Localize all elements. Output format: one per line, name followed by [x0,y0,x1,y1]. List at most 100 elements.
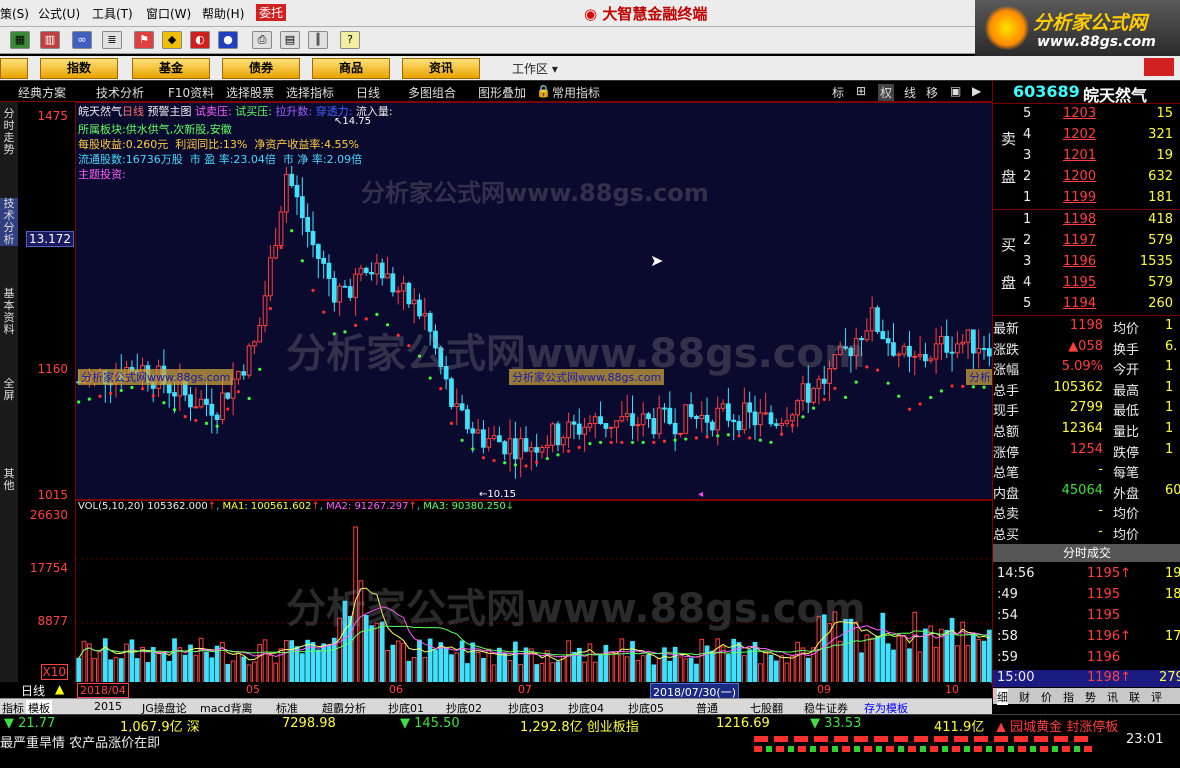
candle-body[interactable] [640,413,646,426]
candle-body[interactable] [699,414,705,420]
chart-icon[interactable]: ▥ [40,31,60,49]
candle-body[interactable] [880,331,886,340]
candle-body[interactable] [694,415,699,420]
move-button[interactable]: 移 [926,84,938,101]
candle-body[interactable] [747,402,753,413]
candle-body[interactable] [379,262,385,279]
info-icon[interactable]: ● [218,31,238,49]
candle-body[interactable] [970,329,976,354]
bar-chart-icon[interactable]: ║ [308,31,328,49]
binoculars-icon[interactable]: ∞ [72,31,92,49]
candle-body[interactable] [512,438,518,460]
candle-body[interactable] [262,295,268,326]
multi-chart-menu[interactable]: 多图组合 [408,84,456,101]
candle-body[interactable] [939,335,944,345]
candle-body[interactable] [933,343,939,360]
candle-body[interactable] [539,446,545,453]
candle-body[interactable] [188,394,193,408]
tab-other[interactable]: 其他 [0,468,18,492]
sell-row[interactable]: 4 1202 321 [1023,125,1180,145]
trust-button[interactable]: 委托 [256,4,287,21]
candle-body[interactable] [294,184,300,198]
weight-button[interactable]: 权 [878,84,895,101]
candle-body[interactable] [731,419,737,423]
buy-row[interactable]: 2 1197 579 [1023,231,1180,251]
candle-body[interactable] [598,416,603,425]
overlay-menu[interactable]: 图形叠加 [478,84,526,101]
quote-tab[interactable]: 价 [1041,689,1052,705]
candle-body[interactable] [225,392,231,399]
menu-strategy[interactable]: 策(S) [0,5,29,22]
candle-body[interactable] [678,432,683,435]
candle-body[interactable] [465,409,470,430]
candle-body[interactable] [358,267,364,275]
quote-tab[interactable]: 评 [1151,689,1162,705]
candle-body[interactable] [821,378,827,384]
candle-body[interactable] [246,345,252,376]
candle-body[interactable] [166,383,172,394]
mark-button[interactable]: 标 [832,84,844,101]
quote-tab[interactable]: 细 [997,689,1008,705]
candle-body[interactable] [757,412,763,426]
candle-body[interactable] [816,378,822,389]
candle-body[interactable] [497,435,502,443]
candle-body[interactable] [502,441,508,455]
candle-body[interactable] [896,353,902,356]
candle-body[interactable] [646,413,651,420]
module-commodity-button[interactable]: 商品 [312,58,390,79]
candle-body[interactable] [917,354,923,357]
candle-body[interactable] [667,407,673,424]
candle-body[interactable] [736,421,742,431]
candle-body[interactable] [310,230,316,246]
buy-row[interactable]: 3 1196 1535 [1023,252,1180,272]
candle-body[interactable] [486,438,492,448]
line-button[interactable]: 线 [904,84,916,101]
module-bond-button[interactable]: 债券 [222,58,300,79]
candle-body[interactable] [587,423,593,428]
dropdown-icon[interactable]: ▾ [552,62,558,76]
sell-row[interactable]: 2 1200 632 [1023,167,1180,187]
candle-body[interactable] [571,421,577,425]
candle-body[interactable] [236,371,241,380]
quote-tab[interactable]: 财 [1019,689,1030,705]
quote-tab[interactable]: 讯 [1107,689,1118,705]
quote-tab[interactable]: 势 [1085,689,1096,705]
window-icon[interactable]: ▣ [950,84,961,98]
candle-body[interactable] [603,423,609,429]
candle-body[interactable] [651,418,657,435]
candle-body[interactable] [710,421,715,431]
candle-body[interactable] [449,378,454,407]
candle-body[interactable] [550,423,556,446]
buy-row[interactable]: 5 1194 260 [1023,294,1180,314]
candle-body[interactable] [592,416,598,425]
candle-body[interactable] [401,282,406,292]
candle-body[interactable] [960,341,966,345]
candle-body[interactable] [363,267,369,273]
module-left-stub[interactable] [0,58,28,79]
candle-body[interactable] [422,313,428,317]
window-min-icon[interactable] [1144,58,1174,76]
candle-body[interactable] [949,351,955,354]
candle-body[interactable] [763,412,769,415]
candle-body[interactable] [619,416,625,422]
sell-row[interactable]: 5 1203 15 [1023,104,1180,124]
candle-body[interactable] [342,285,348,288]
candle-body[interactable] [582,426,587,435]
candle-body[interactable] [353,273,358,298]
triangle-up-icon[interactable]: ▲ [55,682,64,696]
module-index-button[interactable]: 指数 [40,58,118,79]
sell-row[interactable]: 1 1199 181 [1023,188,1180,208]
candle-body[interactable] [528,447,534,452]
candle-body[interactable] [475,429,481,434]
candle-body[interactable] [481,429,486,448]
candle-body[interactable] [608,426,614,429]
candle-body[interactable] [928,358,934,362]
select-indicator-menu[interactable]: 选择指标 [286,84,334,101]
candle-body[interactable] [395,290,401,293]
candle-body[interactable] [289,173,295,186]
candle-body[interactable] [720,403,726,409]
candle-body[interactable] [470,428,476,434]
candle-body[interactable] [337,285,342,303]
candle-body[interactable] [321,257,327,264]
menu-help[interactable]: 帮助(H) [202,5,244,22]
